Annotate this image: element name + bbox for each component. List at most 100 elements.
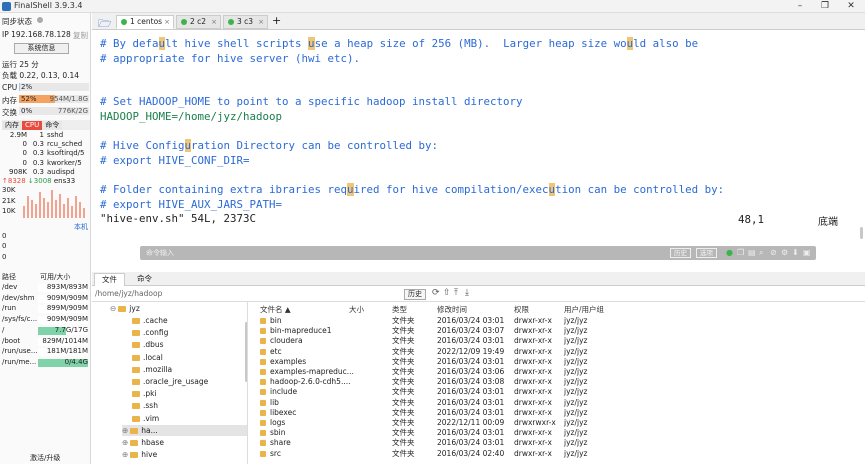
process-row[interactable]: 908K 0.3 audispd [2, 168, 90, 176]
tree-scrollbar[interactable] [245, 322, 247, 382]
mem-label: 内存 [2, 96, 17, 105]
file-row[interactable]: src 文件夹 2016/03/24 02:40 drwxr-xr-x jyz/jyz [256, 449, 865, 459]
file-row[interactable]: logs 文件夹 2022/12/11 00:09 drwxrwxr-x jyz/jyz [256, 418, 865, 428]
disk-size: 7.7G/17G [54, 325, 88, 334]
file-row[interactable]: hadoop-2.6.0-cdh5.... 文件夹 2016/03/24 03:08… [256, 377, 865, 387]
disk-path: / [2, 325, 5, 334]
column-header[interactable]: 修改时间 [437, 304, 467, 315]
file-time: 2016/03/24 03:07 [437, 326, 505, 336]
tree-item[interactable]: ⊕ hive [122, 449, 157, 460]
download-file-icon[interactable]: ⤓ [465, 288, 469, 298]
up-dir-icon[interactable]: ⇧ [443, 288, 451, 298]
expand-icon[interactable]: ⊕ [122, 438, 128, 447]
file-row[interactable]: sbin 文件夹 2016/03/24 03:01 drwxr-xr-x jyz/jyz [256, 428, 865, 438]
command-input-bar[interactable]: 命令输入 历史 选项 ● ❐ ▤ ⌕ ⊘ ⚙ ⬇ ▣ [140, 246, 816, 260]
path-history-button[interactable]: 历史 [404, 289, 426, 300]
tree-item[interactable]: .mozilla [132, 364, 172, 375]
command-input[interactable]: 命令输入 [146, 248, 174, 258]
process-row[interactable]: 0 0.3 kworker/5 [2, 159, 90, 167]
settings-gear-icon[interactable]: ⚙ [781, 249, 789, 257]
file-row[interactable]: lib 文件夹 2016/03/24 03:01 drwxr-xr-x jyz/jyz [256, 398, 865, 408]
tree-item[interactable]: .vim [132, 413, 159, 424]
file-row[interactable]: cloudera 文件夹 2016/03/24 03:01 drwxr-xr-x jyz… [256, 336, 865, 346]
path-input[interactable]: /home/jyz/hadoop [95, 289, 162, 298]
file-row[interactable]: bin-mapreduce1 文件夹 2016/03/24 03:07 drwxr-x… [256, 326, 865, 336]
proc-tab-mem[interactable]: 内存 [2, 121, 22, 130]
cursor-position: 48,1 [738, 213, 765, 226]
column-header[interactable]: 文件名 ▲ [260, 304, 291, 315]
file-perm: drwxr-xr-x [514, 397, 552, 407]
proc-tab-cmd[interactable]: 命令 [42, 121, 63, 130]
tab-files[interactable]: 文件 [94, 273, 125, 286]
file-owner: jyz/jyz [564, 387, 588, 397]
process-row[interactable]: 0 0.3 rcu_sched [2, 140, 90, 148]
disk-size: 181M/181M [46, 347, 88, 356]
tab-c2[interactable]: 2 c2 × [176, 15, 221, 29]
tree-item[interactable]: .cache [132, 315, 168, 326]
copy-icon[interactable]: ❐ [737, 249, 745, 257]
file-row[interactable]: etc 文件夹 2022/12/09 19:49 drwxr-xr-x jyz/jyz [256, 347, 865, 357]
clear-icon[interactable]: ⊘ [770, 249, 778, 257]
line-text: ld also be [633, 37, 699, 50]
net-interface[interactable]: ens33 [54, 177, 75, 185]
tree-item[interactable]: .local [132, 352, 163, 363]
column-header[interactable]: 用户/用户组 [564, 304, 604, 315]
search-icon[interactable]: ⌕ [759, 249, 767, 257]
terminal-scrollbar[interactable] [860, 227, 863, 239]
expand-icon[interactable]: ⊕ [122, 450, 128, 459]
tab-commands[interactable]: 命令 [130, 273, 159, 286]
tree-item[interactable]: .dbus [132, 339, 164, 350]
connected-dot-icon [181, 19, 187, 25]
close-icon[interactable]: ✕ [838, 0, 864, 13]
download-icon[interactable]: ⬇ [792, 249, 800, 257]
tree-item[interactable]: .ssh [132, 400, 158, 411]
system-info-button[interactable]: 系统信息 [14, 43, 69, 54]
minimize-icon[interactable]: – [787, 0, 813, 13]
tree-root[interactable]: ⊖ jyz [110, 303, 140, 314]
tree-label: .config [143, 328, 169, 338]
column-header[interactable]: 大小 [349, 304, 364, 315]
tab-close-icon[interactable]: × [258, 16, 264, 28]
tree-item[interactable]: ⊕ hbase [122, 437, 164, 448]
file-perm: drwxr-xr-x [514, 428, 552, 438]
file-type: 文件夹 [392, 316, 415, 325]
file-perm: drwxr-xr-x [514, 356, 552, 366]
refresh-icon[interactable]: ⟳ [432, 288, 440, 298]
tree-item[interactable]: ⊕ ha... [122, 424, 247, 436]
tree-item[interactable]: .pki [132, 388, 157, 399]
history-button[interactable]: 历史 [670, 248, 691, 258]
options-button[interactable]: 选项 [696, 248, 717, 258]
tab-centos[interactable]: 1 centos × [116, 15, 174, 29]
paste-icon[interactable]: ▤ [748, 249, 756, 257]
proc-tab-cpu[interactable]: CPU [22, 121, 43, 130]
tab-label: 3 c3 [237, 17, 254, 26]
tab-close-icon[interactable]: × [164, 16, 170, 28]
mem-percent: 52% [21, 95, 37, 103]
collapse-icon[interactable]: ⊖ [110, 304, 116, 313]
file-row[interactable]: libexec 文件夹 2016/03/24 03:01 drwxr-xr-x jyz/… [256, 408, 865, 418]
tab-c3[interactable]: 3 c3 × [223, 15, 268, 29]
maximize-icon[interactable]: ❐ [812, 0, 838, 13]
fullscreen-icon[interactable]: ▣ [803, 249, 811, 257]
file-row[interactable]: include 文件夹 2016/03/24 03:01 drwxr-xr-x jyz/… [256, 387, 865, 397]
upload-icon[interactable]: ⤒ [454, 288, 458, 298]
file-row[interactable]: examples 文件夹 2016/03/24 03:01 drwxr-xr-x jyz… [256, 357, 865, 367]
process-row[interactable]: 2.9M 1 sshd [2, 131, 90, 139]
terminal[interactable]: # By default hive shell scripts use a he… [92, 31, 865, 267]
column-header[interactable]: 类型 [392, 304, 407, 315]
tab-close-icon[interactable]: × [211, 16, 217, 28]
upgrade-link[interactable]: 激活/升级 [30, 453, 60, 463]
tree-item[interactable]: .config [132, 327, 168, 338]
file-row[interactable]: examples-mapreduc... 文件夹 2016/03/24 03:06 d… [256, 367, 865, 377]
process-row[interactable]: 0 0.3 ksoftirqd/5 [2, 149, 90, 157]
line-text: se a heap size of 256 (MB). Larger heap … [314, 37, 627, 50]
tree-item[interactable]: .oracle_jre_usage [132, 376, 208, 387]
add-tab-button[interactable]: + [272, 14, 281, 27]
file-row[interactable]: bin 文件夹 2016/03/24 03:01 drwxr-xr-x jyz/jyz [256, 316, 865, 326]
expand-icon[interactable]: ⊕ [122, 426, 128, 435]
local-label[interactable]: 本机 [74, 222, 88, 232]
column-header[interactable]: 权限 [514, 304, 529, 315]
file-row[interactable]: share 文件夹 2016/03/24 03:01 drwxr-xr-x jyz/jy… [256, 438, 865, 448]
copy-ip-button[interactable]: 复制 [73, 30, 88, 41]
file-name: src [270, 448, 281, 458]
